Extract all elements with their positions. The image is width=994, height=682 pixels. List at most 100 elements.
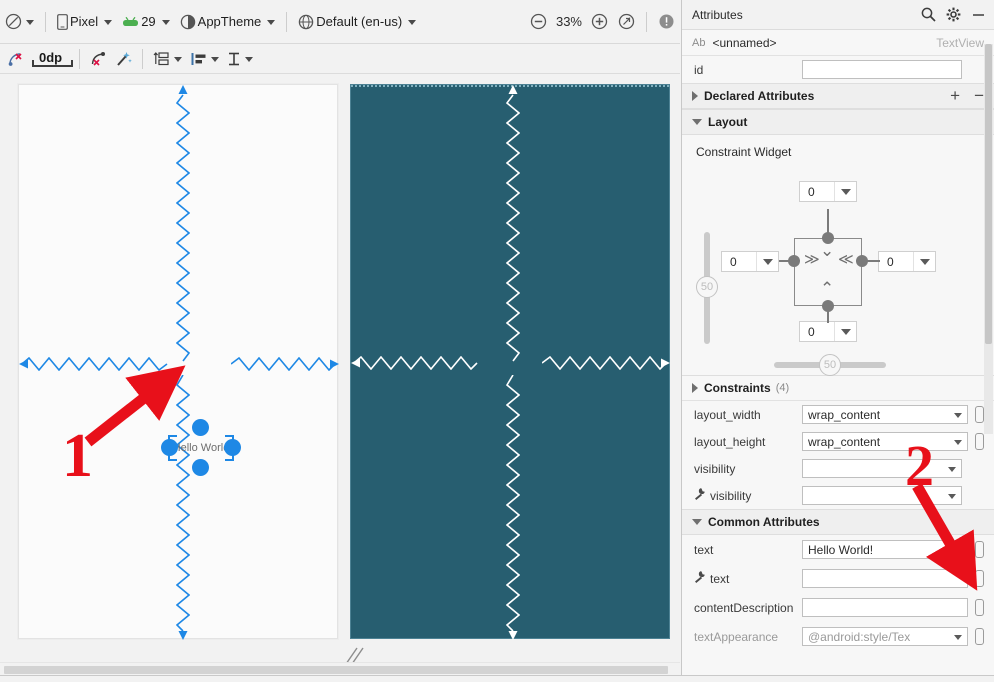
horizontal-expand-left-icon[interactable]: ≫ xyxy=(804,252,820,267)
attributes-panel-title: Attributes xyxy=(692,8,911,22)
canvas-horizontal-scrollbar[interactable] xyxy=(0,662,680,676)
add-attribute-button[interactable]: + xyxy=(950,88,960,104)
constraints-section-header[interactable]: Constraints (4) xyxy=(682,375,994,401)
default-margin-value: 0dp xyxy=(32,50,69,67)
minimize-icon[interactable] xyxy=(971,7,986,22)
vertical-constraint-top-design xyxy=(176,85,190,365)
attributes-panel-scrollbar[interactable] xyxy=(984,44,993,434)
scrollbar-thumb[interactable] xyxy=(985,44,992,344)
chevron-down-icon[interactable] xyxy=(834,322,856,341)
horizontal-constraint-left-design xyxy=(19,357,171,371)
device-selector-button[interactable]: Pixel xyxy=(52,8,117,36)
content-description-resource-picker[interactable] xyxy=(975,599,984,616)
layout-height-dropdown[interactable]: wrap_content xyxy=(802,432,968,451)
remove-attribute-button[interactable]: − xyxy=(974,88,984,104)
horizontal-expand-right-icon[interactable]: ≪ xyxy=(838,252,854,267)
content-description-input[interactable] xyxy=(802,598,968,617)
left-margin-dropdown[interactable]: 0 xyxy=(721,251,779,272)
horizontal-bias-value[interactable]: 50 xyxy=(819,354,841,376)
declared-attributes-section-header[interactable]: Declared Attributes + − xyxy=(682,83,994,109)
layout-width-resource-picker[interactable] xyxy=(975,406,984,423)
property-label-text: text xyxy=(710,572,729,586)
layout-height-resource-picker[interactable] xyxy=(975,433,984,450)
design-view-textview-widget[interactable]: Hello World xyxy=(171,438,231,458)
design-view-device[interactable]: Hello World xyxy=(18,84,338,639)
api-level-selector-button[interactable]: 29 xyxy=(117,8,174,36)
top-margin-dropdown[interactable]: 0 xyxy=(799,181,857,202)
default-margin-button[interactable]: 0dp xyxy=(28,47,73,71)
guidelines-button[interactable] xyxy=(149,47,186,71)
design-canvas[interactable]: Hello World xyxy=(0,74,680,651)
scrollbar-thumb[interactable] xyxy=(4,666,668,674)
issue-notification-button[interactable] xyxy=(653,8,680,36)
guidelines-icon xyxy=(153,51,170,67)
text-appearance-dropdown[interactable]: @android:style/Tex xyxy=(802,627,968,646)
right-margin-dropdown[interactable]: 0 xyxy=(878,251,936,272)
clear-constraints-icon xyxy=(8,51,24,67)
chevron-down-icon xyxy=(26,20,34,25)
chevron-down-icon xyxy=(104,20,112,25)
constraints-section-label: Constraints xyxy=(704,381,771,395)
infer-constraints-button[interactable] xyxy=(111,47,136,71)
align-button[interactable] xyxy=(186,47,223,71)
property-label: text xyxy=(694,571,802,586)
visibility-dropdown[interactable] xyxy=(802,459,962,478)
clear-all-constraints-button[interactable] xyxy=(4,47,28,71)
property-label: layout_height xyxy=(694,435,802,449)
property-row-content-description: contentDescription xyxy=(682,593,994,622)
create-connection-button[interactable] xyxy=(86,47,111,71)
chevron-down-icon[interactable] xyxy=(948,467,956,472)
phone-icon xyxy=(57,14,68,30)
constraint-handle-top[interactable] xyxy=(192,419,209,436)
api-level-label: 29 xyxy=(141,14,155,29)
design-surface-mode-button[interactable] xyxy=(0,8,39,36)
text-resource-picker[interactable] xyxy=(975,541,984,558)
chevron-down-icon[interactable] xyxy=(756,252,778,271)
chevron-down-icon[interactable] xyxy=(913,252,935,271)
constraint-handle-left[interactable] xyxy=(161,439,178,456)
vertical-expand-up-icon[interactable]: ⌃ xyxy=(820,281,834,298)
vertical-bias-value[interactable]: 50 xyxy=(696,276,718,298)
layout-width-dropdown[interactable]: wrap_content xyxy=(802,405,968,424)
chevron-down-icon[interactable] xyxy=(948,494,956,499)
constraint-handle-bottom[interactable] xyxy=(192,459,209,476)
zoom-out-button[interactable] xyxy=(525,8,552,36)
component-type-label: TextView xyxy=(936,36,984,50)
common-attributes-section-header[interactable]: Common Attributes xyxy=(682,509,994,535)
id-input[interactable] xyxy=(802,60,962,79)
chevron-down-icon[interactable] xyxy=(834,182,856,201)
gear-icon[interactable] xyxy=(946,7,961,22)
tools-text-input[interactable] xyxy=(802,569,968,588)
baseline-margin-button[interactable] xyxy=(223,47,257,71)
locale-selector-button[interactable]: Default (en-us) xyxy=(293,8,421,36)
baseline-icon xyxy=(227,51,241,67)
constraint-widget-stage[interactable]: 50 50 0 0 0 xyxy=(682,169,994,369)
constraint-handle-right[interactable] xyxy=(224,439,241,456)
bottom-anchor[interactable] xyxy=(822,300,834,312)
property-row-text: text Hello World! xyxy=(682,535,994,564)
chevron-down-icon[interactable] xyxy=(954,413,962,418)
bottom-margin-dropdown[interactable]: 0 xyxy=(799,321,857,342)
text-appearance-resource-picker[interactable] xyxy=(975,628,984,645)
android-icon xyxy=(122,16,139,28)
blueprint-view-device[interactable]: llo World xyxy=(350,84,670,639)
vertical-expand-down-icon[interactable]: ⌄ xyxy=(820,243,834,260)
create-connection-icon xyxy=(90,51,107,67)
right-anchor[interactable] xyxy=(856,255,868,267)
text-input[interactable]: Hello World! xyxy=(802,540,968,559)
search-icon[interactable] xyxy=(921,7,936,22)
horizontal-constraint-left-blueprint xyxy=(351,356,481,370)
left-anchor[interactable] xyxy=(788,255,800,267)
annotation-number-1: 1 xyxy=(62,425,93,487)
tools-text-resource-picker[interactable] xyxy=(975,570,984,587)
layout-section-header[interactable]: Layout xyxy=(682,109,994,135)
tools-visibility-dropdown[interactable] xyxy=(802,486,962,505)
toolbar-divider xyxy=(45,12,46,32)
zoom-in-button[interactable] xyxy=(586,8,613,36)
zoom-to-fit-button[interactable] xyxy=(613,8,640,36)
theme-selector-button[interactable]: AppTheme xyxy=(175,8,281,36)
chevron-down-icon[interactable] xyxy=(954,440,962,445)
constraints-count: (4) xyxy=(776,382,789,394)
chevron-down-icon[interactable] xyxy=(954,635,962,640)
declared-attributes-label: Declared Attributes xyxy=(704,89,814,103)
